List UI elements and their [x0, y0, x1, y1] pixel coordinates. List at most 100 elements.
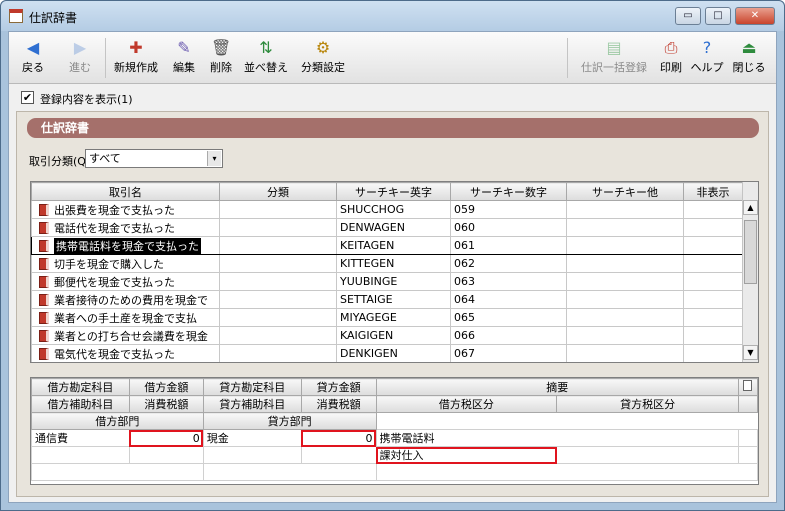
show-registration-label[interactable]: 登録内容を表示(1) — [40, 91, 133, 107]
delete-button[interactable]: 🗑 削除 — [205, 36, 237, 80]
memo-icon-cell[interactable] — [737, 378, 758, 396]
hidden-cell[interactable] — [683, 344, 743, 362]
table-row[interactable]: 電気代を現金で支払った DENKIGEN 067 — [31, 344, 743, 362]
debit-account-cell[interactable]: 通信費 — [31, 429, 130, 447]
key-alpha-cell[interactable]: SHUCCHOG — [336, 200, 451, 219]
table-row[interactable]: 出張費を現金で支払った SHUCCHOG 059 — [31, 200, 743, 219]
credit-account-cell[interactable]: 現金 — [202, 429, 302, 447]
key-other-cell[interactable] — [566, 272, 684, 291]
debit-sub-account-cell[interactable] — [31, 446, 130, 464]
category-cell[interactable] — [219, 308, 337, 327]
key-other-cell[interactable] — [566, 200, 684, 219]
grid-vertical-scrollbar[interactable]: ▲ ▼ — [742, 182, 758, 362]
table-row[interactable]: 郵便代を現金で支払った YUUBINGE 063 — [31, 272, 743, 291]
category-filter-select[interactable]: すべて ▾ — [85, 149, 223, 168]
key-other-cell[interactable] — [566, 218, 684, 237]
key-num-cell[interactable]: 064 — [450, 290, 567, 309]
credit-tax-amount-cell[interactable] — [300, 446, 377, 464]
transaction-grid[interactable]: 取引名 分類 サーチキー英字 サーチキー数字 サーチキー他 非表示 出張費を現金で支払った… — [30, 181, 759, 363]
credit-department-cell[interactable] — [202, 463, 377, 481]
column-header-4[interactable]: サーチキー他 — [566, 182, 684, 201]
new-button[interactable]: ✚ 新規作成 — [109, 36, 163, 80]
table-row[interactable]: 業者との打ち合せ会議費を現金 KAIGIGEN 066 — [31, 326, 743, 345]
table-row[interactable]: 業者への手土産を現金で支払 MIYAGEGE 065 — [31, 308, 743, 327]
hidden-cell[interactable] — [683, 272, 743, 291]
print-button[interactable]: ⎙ 印刷 — [655, 36, 687, 80]
scroll-thumb[interactable] — [744, 220, 757, 284]
memo-cell[interactable]: 携帯電話料 — [375, 429, 739, 447]
transaction-name-cell[interactable]: 業者接待のための費用を現金で — [31, 290, 220, 309]
table-row[interactable]: 切手を現金で購入した KITTEGEN 062 — [31, 254, 743, 273]
transaction-name-cell[interactable]: 切手を現金で購入した — [31, 254, 220, 273]
key-num-cell[interactable]: 062 — [450, 254, 567, 273]
key-num-cell[interactable]: 061 — [450, 236, 567, 255]
memo-list-icon[interactable] — [743, 380, 753, 391]
transaction-name-cell[interactable]: 出張費を現金で支払った — [31, 200, 220, 219]
credit-amount-cell[interactable]: 0 — [300, 429, 377, 447]
scroll-down-button[interactable]: ▼ — [743, 345, 758, 360]
key-other-cell[interactable] — [566, 290, 684, 309]
table-row[interactable]: 電話代を現金で支払った DENWAGEN 060 — [31, 218, 743, 237]
category-cell[interactable] — [219, 200, 337, 219]
category-cell[interactable] — [219, 254, 337, 273]
back-button[interactable]: ◀ 戻る — [13, 36, 53, 80]
category-cell[interactable] — [219, 326, 337, 345]
close-window-button[interactable]: ✕ — [735, 7, 775, 25]
column-header-2[interactable]: サーチキー英字 — [336, 182, 451, 201]
category-cell[interactable] — [219, 344, 337, 362]
key-alpha-cell[interactable]: KITTEGEN — [336, 254, 451, 273]
column-header-5[interactable]: 非表示 — [683, 182, 743, 201]
table-row[interactable]: 業者接待のための費用を現金で SETTAIGE 064 — [31, 290, 743, 309]
key-alpha-cell[interactable]: SETTAIGE — [336, 290, 451, 309]
credit-sub-account-cell[interactable] — [202, 446, 302, 464]
key-alpha-cell[interactable]: YUUBINGE — [336, 272, 451, 291]
key-other-cell[interactable] — [566, 326, 684, 345]
key-alpha-cell[interactable]: DENKIGEN — [336, 344, 451, 362]
hidden-cell[interactable] — [683, 254, 743, 273]
transaction-name-cell[interactable]: 業者との打ち合せ会議費を現金 — [31, 326, 220, 345]
key-num-cell[interactable]: 066 — [450, 326, 567, 345]
key-alpha-cell[interactable]: DENWAGEN — [336, 218, 451, 237]
hidden-cell[interactable] — [683, 218, 743, 237]
hidden-cell[interactable] — [683, 236, 743, 255]
scroll-up-button[interactable]: ▲ — [743, 200, 758, 215]
debit-department-cell[interactable] — [31, 463, 204, 481]
key-other-cell[interactable] — [566, 344, 684, 362]
column-header-1[interactable]: 分類 — [219, 182, 337, 201]
key-num-cell[interactable]: 063 — [450, 272, 567, 291]
category-button[interactable]: ⚙ 分類設定 — [295, 36, 351, 80]
key-num-cell[interactable]: 060 — [450, 218, 567, 237]
column-header-0[interactable]: 取引名 — [31, 182, 220, 201]
debit-tax-amount-cell[interactable] — [128, 446, 204, 464]
transaction-name-cell[interactable]: 郵便代を現金で支払った — [31, 272, 220, 291]
category-cell[interactable] — [219, 290, 337, 309]
key-other-cell[interactable] — [566, 254, 684, 273]
key-num-cell[interactable]: 059 — [450, 200, 567, 219]
category-cell[interactable] — [219, 218, 337, 237]
key-num-cell[interactable]: 065 — [450, 308, 567, 327]
table-row[interactable]: 携帯電話料を現金で支払った KEITAGEN 061 — [31, 236, 743, 255]
key-alpha-cell[interactable]: KEITAGEN — [336, 236, 451, 255]
transaction-name-cell[interactable]: 電気代を現金で支払った — [31, 344, 220, 362]
key-num-cell[interactable]: 067 — [450, 344, 567, 362]
hidden-cell[interactable] — [683, 326, 743, 345]
debit-tax-class-cell[interactable]: 課対仕入 — [375, 446, 558, 464]
category-cell[interactable] — [219, 272, 337, 291]
sort-button[interactable]: ⇅ 並べ替え — [243, 36, 289, 80]
category-cell[interactable] — [219, 236, 337, 255]
transaction-name-cell[interactable]: 携帯電話料を現金で支払った — [31, 236, 220, 255]
key-other-cell[interactable] — [566, 236, 684, 255]
key-other-cell[interactable] — [566, 308, 684, 327]
transaction-name-cell[interactable]: 電話代を現金で支払った — [31, 218, 220, 237]
edit-button[interactable]: ✎ 編集 — [169, 36, 199, 80]
hidden-cell[interactable] — [683, 308, 743, 327]
hidden-cell[interactable] — [683, 200, 743, 219]
title-bar[interactable]: 仕訳辞書 ▭ □ ✕ — [1, 1, 784, 31]
show-registration-checkbox[interactable]: ✔ — [21, 91, 34, 104]
maximize-button[interactable]: □ — [705, 7, 731, 25]
debit-amount-cell[interactable]: 0 — [128, 429, 204, 447]
key-alpha-cell[interactable]: MIYAGEGE — [336, 308, 451, 327]
minimize-button[interactable]: ▭ — [675, 7, 701, 25]
close-button[interactable]: ⏏ 閉じる — [729, 36, 769, 80]
hidden-cell[interactable] — [683, 290, 743, 309]
